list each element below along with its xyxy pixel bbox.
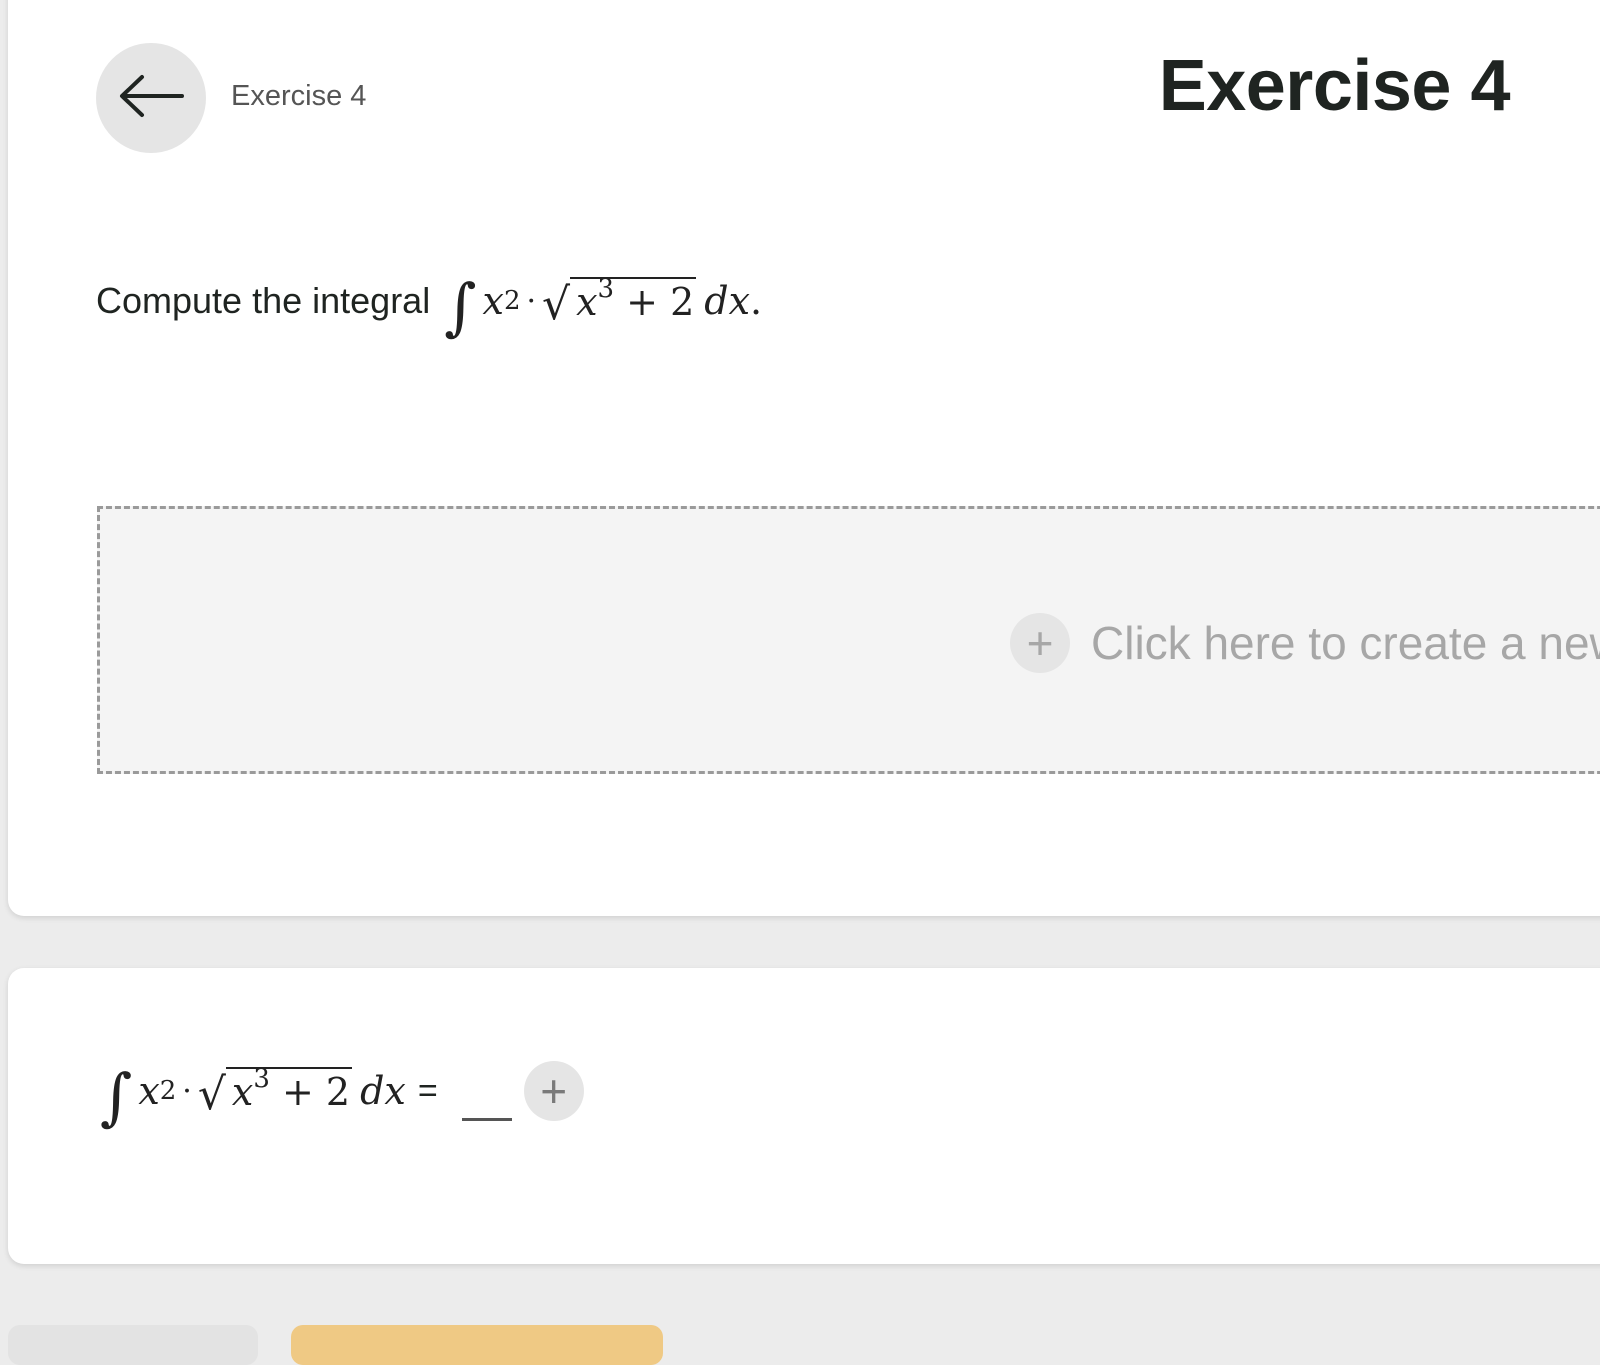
math-constant: + 2 — [626, 280, 695, 325]
radicand: x3 + 2 — [225, 1064, 353, 1115]
radical-sign: √ — [197, 1068, 226, 1120]
plus-icon[interactable]: + — [1010, 613, 1070, 673]
back-button[interactable] — [96, 43, 206, 153]
integral-sign: ∫ — [100, 1060, 133, 1133]
equals-sign: = — [417, 1071, 438, 1110]
answer-row: ∫ x2 · √ x3 + 2 dx = + — [100, 1060, 584, 1133]
math-exponent: 3 — [253, 1064, 270, 1095]
integral-expression: ∫ x2 · √ x3 + 2 dx. — [444, 270, 763, 343]
primary-button[interactable] — [291, 1325, 663, 1365]
answer-blank[interactable] — [461, 1117, 512, 1121]
square-root: √ x3 + 2 — [542, 274, 697, 330]
integral-sign: ∫ — [444, 270, 477, 343]
question-text: Compute the integral — [96, 280, 431, 321]
square-root: √ x3 + 2 — [197, 1064, 353, 1120]
create-new-label[interactable]: Click here to create a new — [1091, 616, 1600, 670]
math-var: x — [576, 280, 598, 325]
answer-integral-expression: ∫ x2 · √ x3 + 2 dx — [100, 1060, 406, 1133]
math-differential: dx — [360, 1069, 406, 1113]
math-period: . — [750, 279, 763, 323]
radical-sign: √ — [542, 278, 571, 330]
math-differential: dx — [704, 279, 751, 323]
add-answer-button[interactable]: + — [523, 1061, 584, 1121]
exercise-card — [8, 0, 1600, 916]
math-var: x — [231, 1070, 254, 1115]
secondary-button[interactable] — [8, 1325, 258, 1365]
breadcrumb: Exercise 4 — [231, 80, 367, 112]
math-dot: · — [182, 1073, 192, 1109]
math-constant: + 2 — [281, 1070, 351, 1115]
arrow-left-icon — [116, 71, 186, 126]
math-var: x — [482, 279, 504, 323]
math-var: x — [138, 1069, 160, 1113]
question-prompt: Compute the integral ∫ x2 · √ x3 + 2 dx. — [96, 270, 763, 343]
math-dot: · — [526, 283, 537, 319]
radicand: x3 + 2 — [570, 274, 697, 325]
page-title: Exercise 4 — [1158, 46, 1511, 126]
math-exponent: 3 — [597, 274, 615, 305]
